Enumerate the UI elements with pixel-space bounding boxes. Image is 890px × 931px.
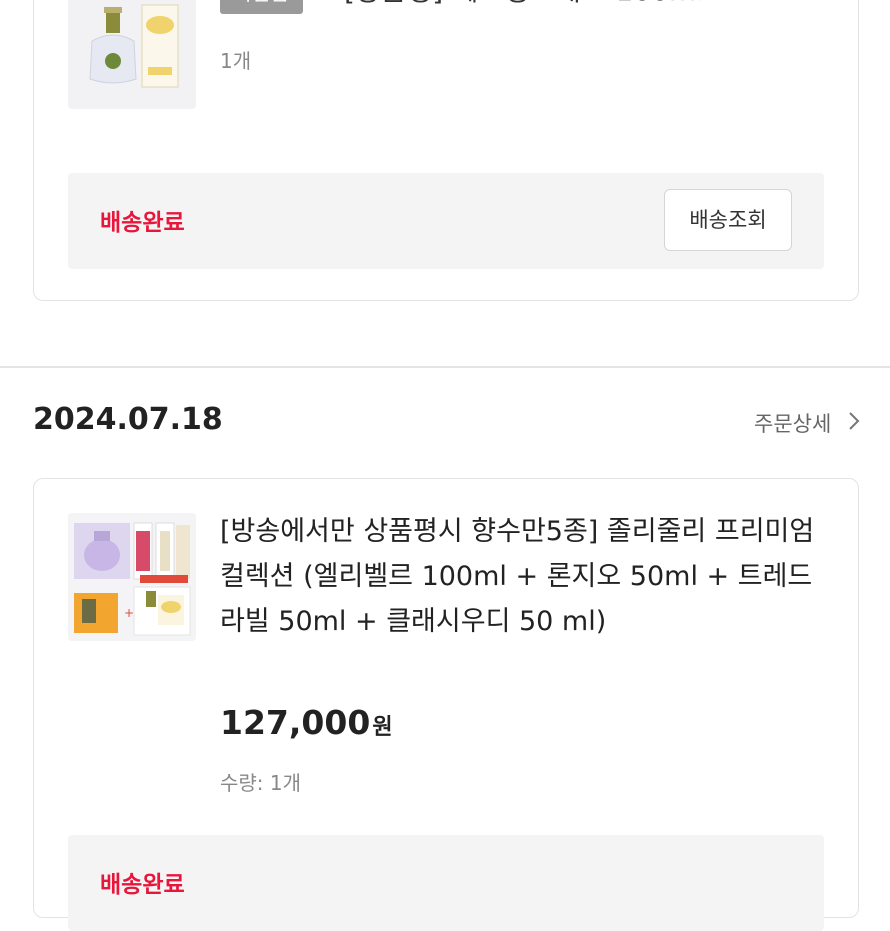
order-card: + [방송에서만 상품평시 향수만5종] 졸리줄리 프리미엄컬렉션 (엘리벨르 … xyxy=(33,478,859,931)
gift-badge: 사은품 xyxy=(220,0,304,14)
svg-text:+: + xyxy=(124,606,134,620)
order-card: 사은품 [상품명] 빼르띵드레르 100ml 1개 배송완료 배송조회 xyxy=(33,0,859,301)
product-quantity: 1개 xyxy=(220,49,252,73)
product-thumbnail[interactable] xyxy=(68,0,196,109)
shipping-bar: 배송완료 xyxy=(68,835,824,931)
track-delivery-button[interactable]: 배송조회 xyxy=(664,189,792,251)
product-title[interactable]: [상품명] 빼르띵드레르 100ml xyxy=(344,0,704,9)
product-title[interactable]: [방송에서만 상품평시 향수만5종] 졸리줄리 프리미엄컬렉션 (엘리벨르 10… xyxy=(220,509,820,644)
order-detail-label: 주문상세 xyxy=(754,412,832,436)
shipping-status: 배송완료 xyxy=(100,210,185,236)
product-thumbnail[interactable]: + xyxy=(68,513,196,641)
section-divider xyxy=(0,366,890,368)
order-date: 2024.07.18 xyxy=(33,402,223,437)
perfume-set-image-icon: + xyxy=(68,513,196,641)
product-quantity: 수량: 1개 xyxy=(220,771,302,795)
price-value: 127,000 xyxy=(220,703,371,742)
shipping-bar: 배송완료 배송조회 xyxy=(68,173,824,269)
order-detail-link[interactable]: 주문상세 xyxy=(754,408,860,438)
shipping-status: 배송완료 xyxy=(100,872,185,898)
perfume-image-icon xyxy=(68,0,196,109)
product-price: 127,000원 xyxy=(220,703,393,742)
chevron-right-icon xyxy=(848,411,860,437)
currency-unit: 원 xyxy=(372,715,393,740)
